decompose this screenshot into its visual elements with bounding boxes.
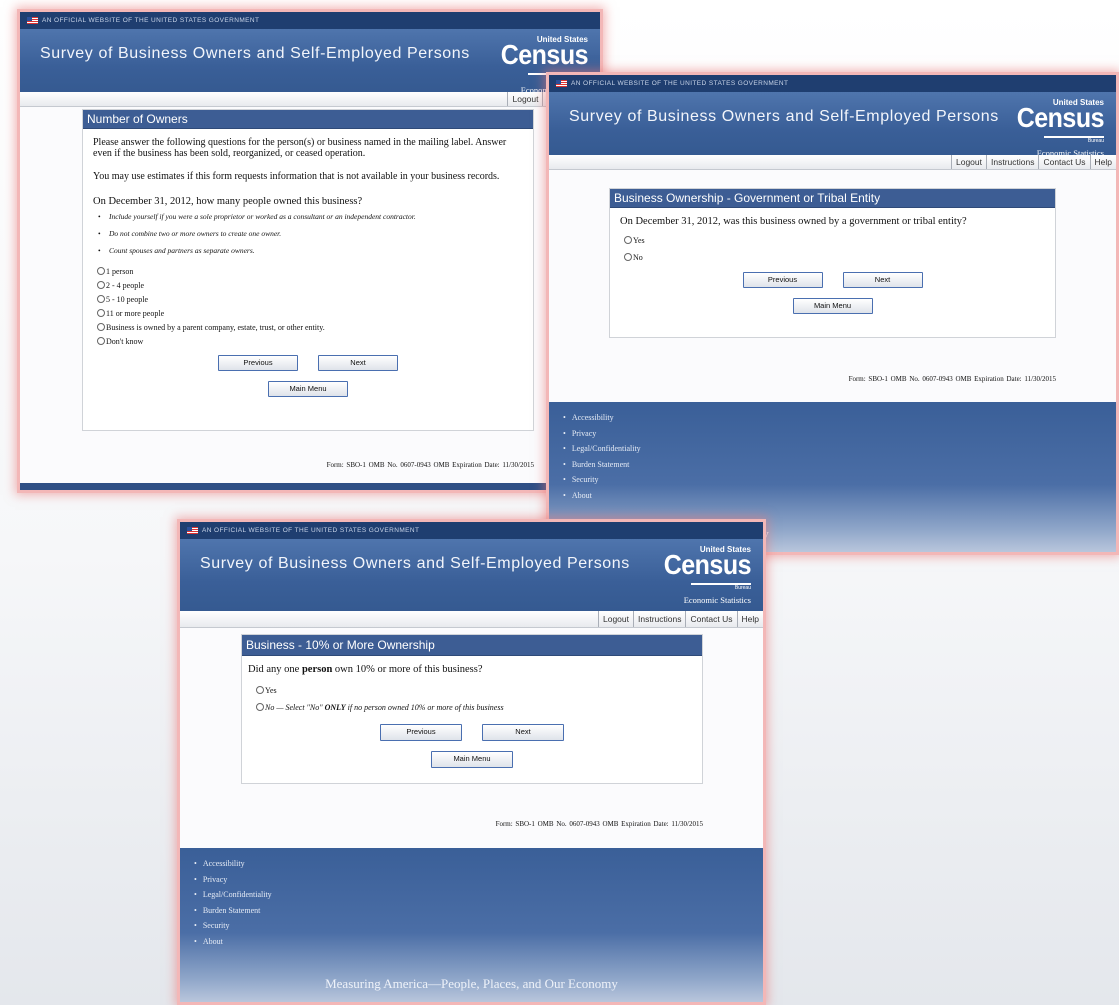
list-item: Count spouses and partners as separate o… (93, 246, 523, 255)
footer-link-about[interactable]: About (194, 934, 763, 950)
form-footer: Form: SBO-1 OMB No. 0607-0943 OMB Expira… (326, 461, 534, 469)
instruction-text: Please answer the following questions fo… (93, 137, 507, 159)
panel-heading: Business - 10% or More Ownership (242, 635, 702, 656)
radio-icon[interactable] (624, 253, 632, 261)
list-item: Do not combine two or more owners to cre… (93, 229, 523, 238)
next-button[interactable]: Next (842, 272, 923, 288)
footer-link-burden[interactable]: Burden Statement (194, 903, 763, 919)
site-title: Survey of Business Owners and Self-Emplo… (200, 555, 630, 572)
question-text: Did any one person own 10% or more of th… (248, 664, 483, 675)
footer-link-legal[interactable]: Legal/Confidentiality (194, 887, 763, 903)
radio-icon[interactable] (97, 295, 105, 303)
option-1-person[interactable]: 1 person (93, 265, 523, 279)
radio-icon[interactable] (97, 323, 105, 331)
top-nav: Logout Instructions Contact Us Help (180, 611, 763, 628)
footer-link-privacy[interactable]: Privacy (563, 426, 1116, 442)
next-button[interactable]: Next (482, 724, 564, 741)
option-dont-know[interactable]: Don't know (93, 335, 523, 349)
question-text: On December 31, 2012, was this business … (620, 216, 967, 227)
form-footer: Form: SBO-1 OMB No. 0607-0943 OMB Expira… (848, 375, 1056, 383)
site-header: Survey of Business Owners and Self-Emplo… (549, 92, 1116, 158)
footer-link-security[interactable]: Security (563, 472, 1116, 488)
census-logo[interactable]: United States Census Bureau Economic Sta… (1017, 98, 1105, 159)
screenshot-number-of-owners: An official website of the United States… (20, 12, 600, 490)
radio-icon[interactable] (624, 236, 632, 244)
footer-link-accessibility[interactable]: Accessibility (194, 856, 763, 872)
footer-link-legal[interactable]: Legal/Confidentiality (563, 441, 1116, 457)
site-header: Survey of Business Owners and Self-Emplo… (180, 539, 763, 611)
main-menu-button[interactable]: Main Menu (268, 381, 348, 397)
option-yes[interactable]: Yes (620, 232, 1045, 249)
radio-icon[interactable] (97, 309, 105, 317)
main-menu-button[interactable]: Main Menu (792, 298, 873, 314)
option-no[interactable]: No — Select "No" ONLY if no person owned… (248, 699, 696, 716)
nav-instructions[interactable]: Instructions (986, 155, 1038, 169)
site-footer: Accessibility Privacy Legal/Confidential… (180, 848, 763, 1002)
nav-help[interactable]: Help (736, 611, 763, 627)
screenshot-ten-percent-ownership: An official website of the United States… (180, 522, 763, 1002)
nav-logout[interactable]: Logout (598, 611, 633, 627)
site-header: Survey of Business Owners and Self-Emplo… (20, 29, 600, 95)
footer-link-accessibility[interactable]: Accessibility (563, 410, 1116, 426)
nav-logout[interactable]: Logout (951, 155, 986, 169)
radio-icon[interactable] (256, 703, 264, 711)
guidance-list: Include yourself if you were a sole prop… (93, 212, 523, 255)
radio-icon[interactable] (256, 686, 264, 694)
top-nav: Logout Instructions Contact Us (20, 92, 600, 107)
previous-button[interactable]: Previous (742, 272, 823, 288)
form-footer: Form: SBO-1 OMB No. 0607-0943 OMB Expira… (495, 820, 703, 828)
question-text: On December 31, 2012, how many people ow… (93, 196, 363, 207)
footer-tagline: Measuring America—People, Places, and Ou… (325, 976, 618, 991)
list-item: Include yourself if you were a sole prop… (93, 212, 523, 221)
form-panel: Business - 10% or More Ownership Did any… (241, 634, 703, 784)
radio-icon[interactable] (97, 267, 105, 275)
us-flag-icon (556, 80, 567, 87)
option-no[interactable]: No (620, 249, 1045, 266)
form-panel: Business Ownership - Government or Triba… (609, 188, 1056, 338)
screenshot-government-entity: An official website of the United States… (549, 75, 1116, 552)
panel-heading: Business Ownership - Government or Triba… (610, 189, 1055, 208)
previous-button[interactable]: Previous (218, 355, 298, 371)
footer-link-security[interactable]: Security (194, 918, 763, 934)
option-11-or-more[interactable]: 11 or more people (93, 307, 523, 321)
nav-help[interactable]: Help (1089, 155, 1116, 169)
radio-icon[interactable] (97, 281, 105, 289)
next-button[interactable]: Next (318, 355, 398, 371)
nav-logout[interactable]: Logout (507, 92, 542, 106)
us-flag-icon (187, 527, 198, 534)
top-nav: Logout Instructions Contact Us Help (549, 155, 1116, 170)
footer-link-privacy[interactable]: Privacy (194, 872, 763, 888)
footer-link-burden[interactable]: Burden Statement (563, 457, 1116, 473)
gov-banner: An official website of the United States… (20, 12, 600, 29)
footer-link-about[interactable]: About (563, 488, 1116, 504)
footer-links: Accessibility Privacy Legal/Confidential… (180, 848, 763, 949)
census-logo[interactable]: United States Census Bureau Economic Sta… (664, 545, 752, 606)
radio-icon[interactable] (97, 337, 105, 345)
nav-instructions[interactable]: Instructions (633, 611, 685, 627)
nav-contact-us[interactable]: Contact Us (1038, 155, 1089, 169)
gov-banner: An official website of the United States… (180, 522, 763, 539)
form-panel: Number of Owners Please answer the follo… (82, 109, 534, 431)
site-title: Survey of Business Owners and Self-Emplo… (40, 45, 470, 62)
option-5-10-people[interactable]: 5 - 10 people (93, 293, 523, 307)
estimate-note: You may use estimates if this form reque… (93, 171, 500, 182)
option-yes[interactable]: Yes (248, 682, 696, 699)
us-flag-icon (27, 17, 38, 24)
main-menu-button[interactable]: Main Menu (431, 751, 513, 768)
option-2-4-people[interactable]: 2 - 4 people (93, 279, 523, 293)
site-title: Survey of Business Owners and Self-Emplo… (569, 108, 999, 125)
nav-contact-us[interactable]: Contact Us (685, 611, 736, 627)
option-parent-entity[interactable]: Business is owned by a parent company, e… (93, 321, 523, 335)
previous-button[interactable]: Previous (380, 724, 462, 741)
footer-strip (20, 483, 600, 490)
gov-banner: An official website of the United States… (549, 75, 1116, 92)
footer-links: Accessibility Privacy Legal/Confidential… (549, 402, 1116, 503)
panel-heading: Number of Owners (83, 110, 533, 129)
